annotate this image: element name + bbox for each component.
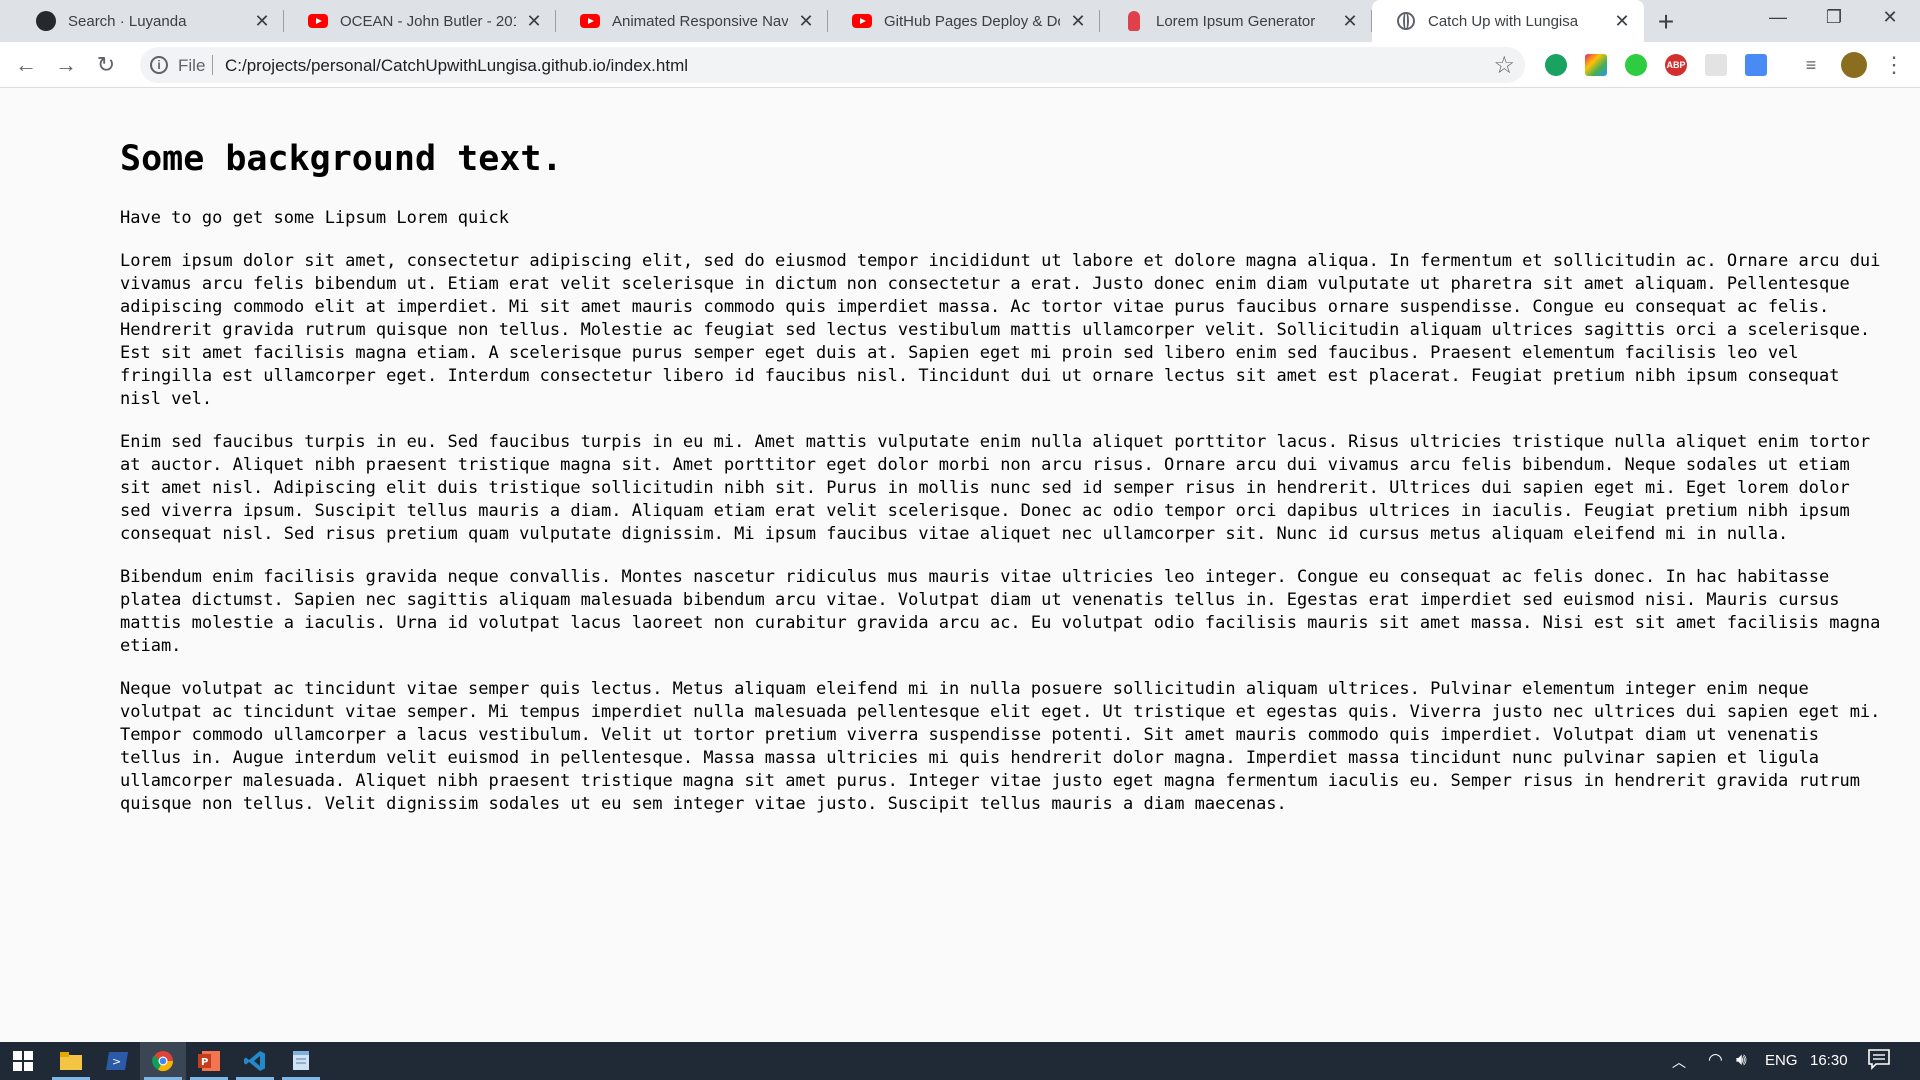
tab-lorem-ipsum[interactable]: Lorem Ipsum Generator ✕ xyxy=(1100,0,1372,42)
adblock-icon[interactable]: ABP xyxy=(1665,54,1687,76)
powershell-icon[interactable]: > xyxy=(94,1042,140,1080)
youtube-icon xyxy=(580,11,600,31)
page-heading: Some background text. xyxy=(120,139,563,179)
file-explorer-icon[interactable] xyxy=(48,1042,94,1080)
address-bar[interactable]: i File C:/projects/personal/CatchUpwithL… xyxy=(140,47,1525,83)
tab-catch-up-active[interactable]: Catch Up with Lungisa ✕ xyxy=(1372,0,1644,42)
close-icon[interactable]: ✕ xyxy=(1068,11,1088,31)
lorem-paragraph-1: Lorem ipsum dolor sit amet, consectetur … xyxy=(120,251,1881,409)
blue-extension-icon[interactable] xyxy=(1745,54,1767,76)
show-hidden-icons-chevron-icon[interactable]: ︿ xyxy=(1672,1052,1686,1072)
tab-title: GitHub Pages Deploy & Dom xyxy=(884,12,1060,30)
tab-github-pages-youtube[interactable]: GitHub Pages Deploy & Dom ✕ xyxy=(828,0,1100,42)
lorem-paragraph-2: Enim sed faucibus turpis in eu. Sed fauc… xyxy=(120,432,1871,544)
tab-strip: Search · Luyanda ✕ OCEAN - John Butler -… xyxy=(0,0,1920,42)
volume-icon[interactable]: 🔊︎ xyxy=(1736,1050,1747,1070)
close-icon[interactable]: ✕ xyxy=(252,11,272,31)
url-text[interactable]: C:/projects/personal/CatchUpwithLungisa.… xyxy=(225,56,688,76)
scheme-label: File xyxy=(178,56,206,75)
media-control-icon[interactable]: ≡ xyxy=(1795,49,1827,81)
youtube-icon xyxy=(852,11,872,31)
bookmark-star-icon[interactable]: ☆ xyxy=(1493,51,1515,80)
svg-text:>: > xyxy=(112,1055,121,1068)
powerpoint-icon[interactable]: P xyxy=(186,1042,232,1080)
lorem-paragraph-4: Neque volutpat ac tincidunt vitae semper… xyxy=(120,679,1881,814)
close-icon[interactable]: ✕ xyxy=(796,11,816,31)
tab-ocean-youtube[interactable]: OCEAN - John Butler - 2012 S ✕ xyxy=(284,0,556,42)
profile-avatar-icon[interactable] xyxy=(1841,52,1867,78)
tab-title: Search · Luyanda xyxy=(68,12,187,30)
intro-paragraph: Have to go get some Lipsum Lorem quick xyxy=(120,208,509,228)
green-circle-icon[interactable] xyxy=(1545,54,1567,76)
tab-title: OCEAN - John Butler - 2012 S xyxy=(340,12,516,30)
info-icon[interactable]: i xyxy=(150,56,168,74)
tab-github-search[interactable]: Search · Luyanda ✕ xyxy=(12,0,284,42)
new-tab-button[interactable]: + xyxy=(1650,6,1682,38)
svg-text:P: P xyxy=(201,1057,208,1068)
lorem-icon xyxy=(1124,11,1144,31)
minimize-button[interactable]: — xyxy=(1750,0,1806,34)
window-close-button[interactable]: ✕ xyxy=(1862,0,1918,34)
grey-square-icon[interactable] xyxy=(1705,54,1727,76)
wifi-icon[interactable]: ◠ xyxy=(1708,1050,1723,1070)
adblock-label: ABP xyxy=(1666,60,1686,70)
restore-button[interactable]: ❐ xyxy=(1806,0,1862,34)
globe-icon xyxy=(1396,11,1416,31)
close-icon[interactable]: ✕ xyxy=(1340,11,1360,31)
tab-title: Animated Responsive Navba xyxy=(612,12,788,30)
lorem-paragraph-3: Bibendum enim facilisis gravida neque co… xyxy=(120,567,1881,656)
notepad-icon[interactable] xyxy=(278,1042,324,1080)
chrome-icon[interactable] xyxy=(140,1042,186,1080)
menu-kebab-icon[interactable]: ⋮ xyxy=(1878,49,1910,81)
close-icon[interactable]: ✕ xyxy=(1612,11,1632,31)
green-badge-icon[interactable] xyxy=(1625,54,1647,76)
browser-toolbar: ← → ↻ i File C:/projects/personal/CatchU… xyxy=(0,42,1920,88)
github-icon xyxy=(36,11,56,31)
clock[interactable]: 16:30 xyxy=(1810,1052,1848,1069)
youtube-icon xyxy=(308,11,328,31)
windows-taskbar: > P ︿ ◠ 🔊︎ ENG 16:30 xyxy=(0,1042,1920,1080)
tab-navbar-youtube[interactable]: Animated Responsive Navba ✕ xyxy=(556,0,828,42)
close-icon[interactable]: ✕ xyxy=(524,11,544,31)
back-arrow-icon[interactable]: ← xyxy=(10,49,42,81)
tab-title: Lorem Ipsum Generator xyxy=(1156,12,1316,30)
notifications-icon[interactable] xyxy=(1868,1048,1890,1074)
tab-title: Catch Up with Lungisa xyxy=(1428,12,1579,30)
vscode-icon[interactable] xyxy=(232,1042,278,1080)
forward-arrow-icon[interactable]: → xyxy=(50,49,82,81)
language-indicator[interactable]: ENG xyxy=(1765,1052,1798,1069)
color-grid-icon[interactable] xyxy=(1585,54,1607,76)
page-content: Some background text. Have to go get som… xyxy=(120,137,1890,836)
reload-icon[interactable]: ↻ xyxy=(90,49,122,81)
windows-start-icon[interactable] xyxy=(0,1042,46,1080)
address-divider xyxy=(212,55,213,75)
